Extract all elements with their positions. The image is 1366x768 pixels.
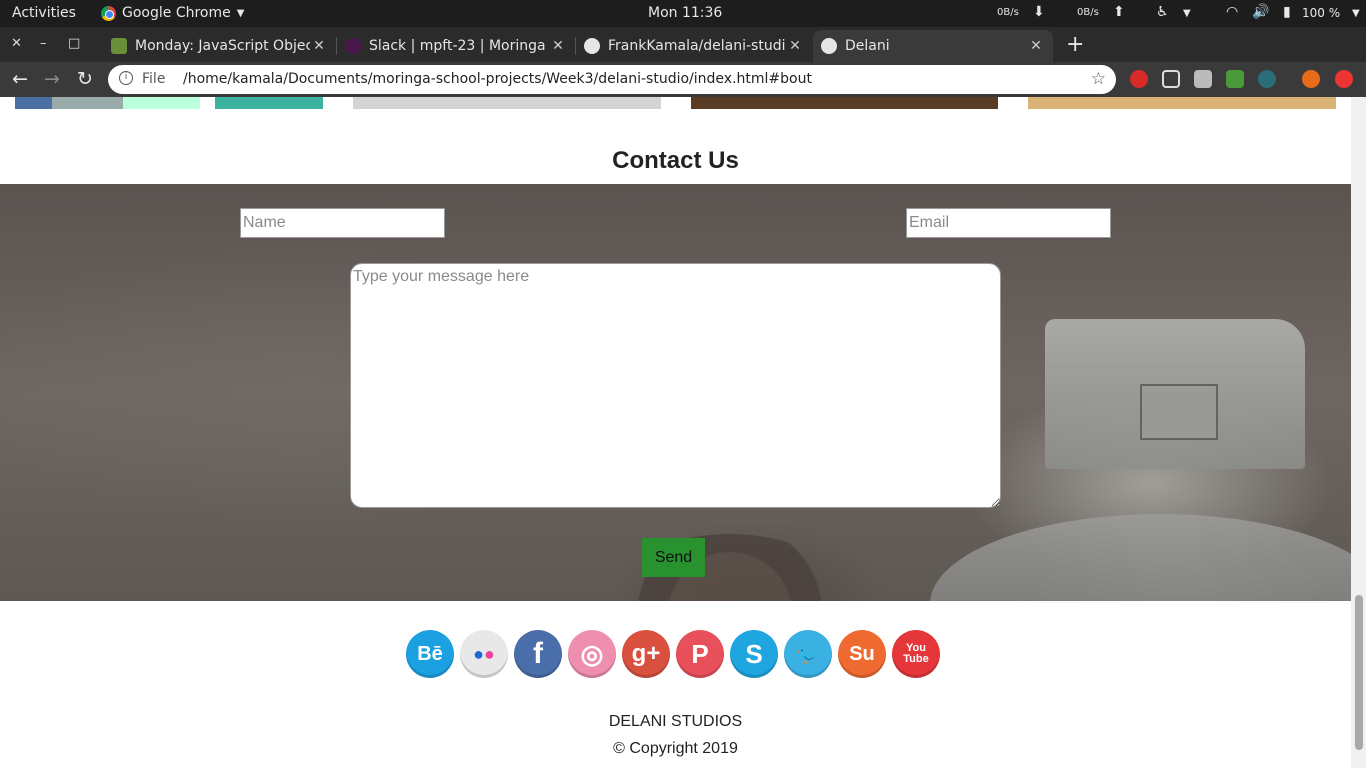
app-name: Google Chrome: [122, 5, 231, 21]
file-scheme-label: File: [142, 71, 166, 87]
pinterest-icon[interactable]: P: [676, 630, 724, 678]
battery-percent: 100 %: [1302, 6, 1341, 20]
tab-github[interactable]: FrankKamala/delani-studi ✕: [576, 30, 812, 62]
gallery-thumbnail: [353, 97, 661, 109]
behance-icon[interactable]: Bē: [406, 630, 454, 678]
background-machinery: [930, 514, 1351, 601]
reload-icon[interactable]: ↻: [77, 68, 93, 90]
footer-studio-name: DELANI STUDIOS: [608, 713, 743, 730]
close-icon[interactable]: ✕: [549, 38, 567, 54]
background-machinery: [600, 534, 860, 601]
url-text[interactable]: /home/kamala/Documents/moringa-school-pr…: [183, 71, 812, 87]
page-scrollbar[interactable]: [1351, 97, 1366, 768]
download-arrow-icon: ⬇: [1033, 4, 1045, 20]
window-minimize-icon[interactable]: –: [40, 36, 47, 51]
scrollbar-thumb[interactable]: [1355, 595, 1363, 750]
close-icon[interactable]: ✕: [1027, 38, 1045, 54]
chevron-down-icon: ▼: [1183, 8, 1191, 19]
forward-arrow-icon[interactable]: →: [44, 68, 60, 90]
twitter-icon[interactable]: 🐦: [784, 630, 832, 678]
gallery-thumbnail: [691, 97, 998, 109]
plant-icon: [111, 38, 127, 54]
tab-strip: ✕ – □ Monday: JavaScript Objec ✕ Slack |…: [0, 27, 1366, 62]
system-top-bar: Activities Google Chrome ▼ Mon 11:36 0B/…: [0, 0, 1366, 27]
tab-title: Delani: [845, 38, 890, 54]
dribbble-icon[interactable]: ◎: [568, 630, 616, 678]
volume-icon[interactable]: 🔊: [1252, 4, 1269, 20]
tab-title: Slack | mpft-23 | Moringa S: [369, 38, 549, 54]
upload-arrow-icon: ⬆: [1113, 4, 1125, 20]
facebook-icon[interactable]: f: [514, 630, 562, 678]
cube-icon[interactable]: [1162, 70, 1180, 88]
close-icon[interactable]: ✕: [786, 38, 804, 54]
chrome-icon: [101, 5, 116, 21]
accessibility-icon[interactable]: ♿: [1156, 4, 1169, 20]
google-plus-icon[interactable]: g+: [622, 630, 670, 678]
wifi-icon[interactable]: ◠: [1226, 4, 1238, 20]
star-icon[interactable]: ☆: [1091, 69, 1106, 89]
slack-icon: [345, 38, 361, 54]
message-field[interactable]: [350, 263, 1001, 508]
info-icon[interactable]: i: [119, 71, 133, 85]
flickr-icon[interactable]: ● ●: [460, 630, 508, 678]
update-icon[interactable]: [1335, 70, 1353, 88]
footer-copyright: © Copyright 2019: [613, 740, 738, 757]
address-bar[interactable]: i File /home/kamala/Documents/moringa-sc…: [108, 65, 1116, 94]
background-machinery: [1140, 384, 1218, 440]
browser-toolbar: ← → ↻ i File /home/kamala/Documents/mori…: [0, 62, 1366, 97]
tab-title: Monday: JavaScript Objec: [135, 38, 310, 54]
name-field[interactable]: [240, 208, 445, 238]
back-arrow-icon[interactable]: ←: [12, 68, 28, 90]
chevron-down-icon: ▼: [236, 7, 245, 19]
github-icon: [584, 38, 600, 54]
gallery-thumbnail: [1028, 97, 1336, 109]
window-maximize-icon[interactable]: □: [68, 36, 80, 51]
youtube-icon[interactable]: You Tube: [892, 630, 940, 678]
close-icon[interactable]: ✕: [310, 38, 328, 54]
profile-avatar-icon[interactable]: [1302, 70, 1320, 88]
tab-monday-javascript[interactable]: Monday: JavaScript Objec ✕: [103, 30, 336, 62]
send-button[interactable]: Send: [642, 538, 705, 577]
tab-slack[interactable]: Slack | mpft-23 | Moringa S ✕: [337, 30, 575, 62]
tab-delani[interactable]: Delani ✕: [813, 30, 1053, 62]
tab-title: FrankKamala/delani-studi: [608, 38, 786, 54]
page-viewport: Contact Us Send Bē ●● f ◎ g+ P S 🐦 Su Yo…: [0, 97, 1351, 768]
net-down-rate: 0B/s: [997, 7, 1019, 18]
clock[interactable]: Mon 11:36: [648, 5, 722, 21]
battery-icon[interactable]: ▮: [1283, 4, 1291, 20]
image-icon[interactable]: [1226, 70, 1244, 88]
gallery-thumbnail: [15, 97, 323, 109]
chevron-down-icon[interactable]: ▼: [1352, 8, 1360, 19]
contact-section: Send: [0, 184, 1351, 601]
email-field[interactable]: [906, 208, 1111, 238]
stumbleupon-icon[interactable]: Su: [838, 630, 886, 678]
social-links: Bē ● ● f ◎ g+ P S 🐦 Su You Tube: [406, 630, 940, 678]
new-tab-button[interactable]: +: [1066, 32, 1084, 57]
activities-button[interactable]: Activities: [12, 5, 76, 21]
app-menu[interactable]: Google Chrome ▼: [101, 5, 244, 21]
contact-title: Contact Us: [612, 147, 739, 174]
adblock-icon[interactable]: [1130, 70, 1148, 88]
globe-icon: [821, 38, 837, 54]
recycle-icon[interactable]: [1258, 70, 1276, 88]
net-up-rate: 0B/s: [1077, 7, 1099, 18]
camera-icon[interactable]: [1194, 70, 1212, 88]
window-close-icon[interactable]: ✕: [11, 36, 22, 51]
skype-icon[interactable]: S: [730, 630, 778, 678]
